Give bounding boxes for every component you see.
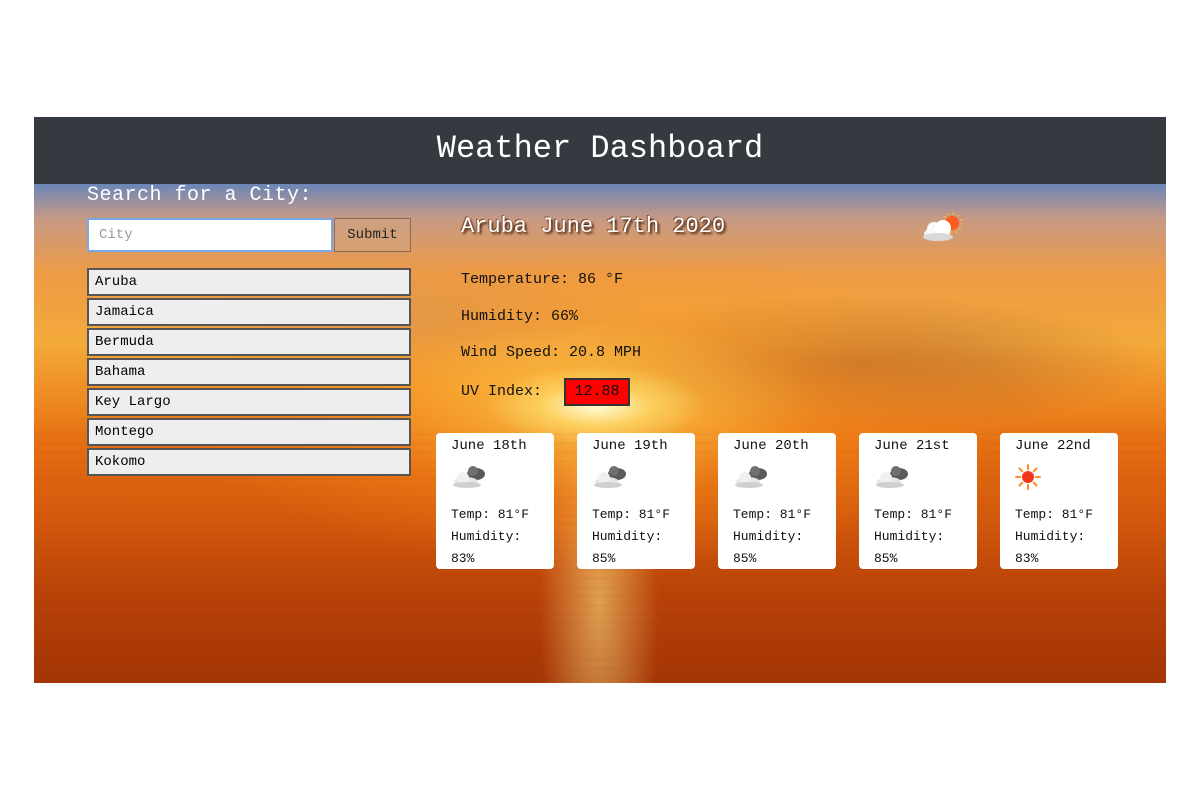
forecast-date: June 19th xyxy=(592,438,668,454)
search-form: Submit xyxy=(87,218,411,252)
forecast-temp: Temp: 81°F xyxy=(451,507,530,522)
forecast-card: June 18th Temp: 81°F Humidity: 83% xyxy=(436,433,554,569)
history-item-montego[interactable]: Montego xyxy=(87,418,411,446)
search-history-list: Aruba Jamaica Bermuda Bahama Key Largo M… xyxy=(87,268,411,478)
history-item-bermuda[interactable]: Bermuda xyxy=(87,328,411,356)
clouds-icon xyxy=(453,466,485,488)
forecast-humidity-label: Humidity: xyxy=(874,529,945,544)
history-item-kokomo[interactable]: Kokomo xyxy=(87,448,411,476)
forecast-humidity-value: 83% xyxy=(451,551,475,566)
forecast-humidity-label: Humidity: xyxy=(733,529,804,544)
uv-index-label: UV Index: xyxy=(461,383,543,400)
forecast-date: June 20th xyxy=(733,438,809,454)
sun-icon xyxy=(1015,464,1041,490)
wind-speed-text: Wind Speed: 20.8 MPH xyxy=(461,344,642,361)
forecast-humidity-label: Humidity: xyxy=(592,529,663,544)
history-item-jamaica[interactable]: Jamaica xyxy=(87,298,411,326)
weather-dashboard: Weather Dashboard Search for a City: Sub… xyxy=(34,117,1166,683)
forecast-card: June 21st Temp: 81°F Humidity: 85% xyxy=(859,433,977,569)
page-header: Weather Dashboard xyxy=(34,117,1166,184)
forecast-temp: Temp: 81°F xyxy=(1015,507,1094,522)
forecast-card: June 22nd Temp: 81°F Humidity: 83% xyxy=(1000,433,1118,569)
forecast-temp: Temp: 81°F xyxy=(874,507,953,522)
history-item-key-largo[interactable]: Key Largo xyxy=(87,388,411,416)
forecast-card: June 19th Temp: 81°F Humidity: 85% xyxy=(577,433,695,569)
history-item-bahama[interactable]: Bahama xyxy=(87,358,411,386)
temperature-text: Temperature: 86 °F xyxy=(461,271,624,288)
forecast-humidity-value: 85% xyxy=(874,551,898,566)
clouds-icon xyxy=(735,466,767,488)
page-title: Weather Dashboard xyxy=(436,130,764,167)
uv-index-row: UV Index: 12.88 xyxy=(461,378,630,406)
humidity-text: Humidity: 66% xyxy=(461,308,579,325)
forecast-date: June 22nd xyxy=(1015,438,1091,454)
forecast-humidity-value: 85% xyxy=(733,551,757,566)
current-city-date: Aruba June 17th 2020 xyxy=(461,214,726,239)
uv-index-badge: 12.88 xyxy=(564,378,630,406)
forecast-humidity-value: 85% xyxy=(592,551,616,566)
forecast-humidity-label: Humidity: xyxy=(1015,529,1086,544)
forecast-card: June 20th Temp: 81°F Humidity: 85% xyxy=(718,433,836,569)
clouds-icon xyxy=(594,466,626,488)
clouds-icon xyxy=(876,466,908,488)
forecast-humidity-label: Humidity: xyxy=(451,529,522,544)
submit-button[interactable]: Submit xyxy=(334,218,411,252)
forecast-temp: Temp: 81°F xyxy=(733,507,812,522)
search-title: Search for a City: xyxy=(87,184,313,207)
forecast-humidity-value: 83% xyxy=(1015,551,1039,566)
history-item-aruba[interactable]: Aruba xyxy=(87,268,411,296)
sunset-background: Search for a City: Submit Aruba Jamaica … xyxy=(34,184,1166,683)
forecast-date: June 21st xyxy=(874,438,950,454)
forecast-date: June 18th xyxy=(451,438,527,454)
forecast-temp: Temp: 81°F xyxy=(592,507,671,522)
city-search-input[interactable] xyxy=(87,218,333,252)
partly-cloudy-sun-icon xyxy=(923,212,963,241)
